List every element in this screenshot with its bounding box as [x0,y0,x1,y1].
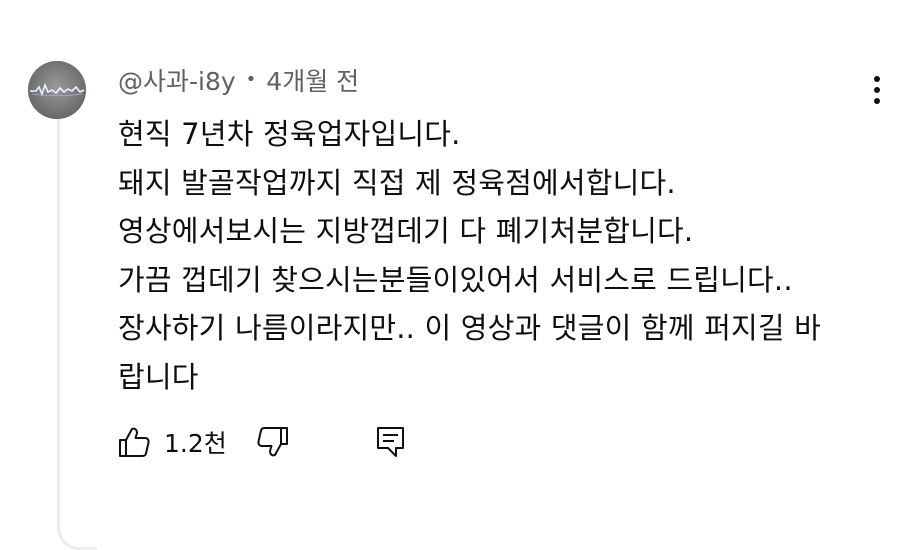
avatar-image-icon [28,61,86,119]
comment-actions: 1.2천 [116,420,409,464]
comment-text: 현직 7년차 정육업자입니다. 돼지 발골작업까지 직접 제 정육점에서합니다.… [118,110,878,401]
comment-timestamp[interactable]: 4개월 전 [266,62,359,98]
comment-line: 영상에서보시는 지방껍데기 다 폐기처분합니다. [118,214,694,248]
like-button[interactable] [116,422,152,462]
thread-connector [57,490,97,550]
comment-line: 돼지 발골작업까지 직접 제 정육점에서합니다. [118,165,676,200]
author-name[interactable]: @사과-i8y [118,62,236,98]
comment-header: @사과-i8y • 4개월 전 [118,62,359,98]
avatar[interactable] [28,61,86,119]
comment-line: 가끔 껍데기 찾으시는분들이있어서 서비스로 드립니다.. [118,262,793,297]
reply-comment-icon [376,427,404,457]
like-count: 1.2천 [164,429,227,458]
comment-line: 랍니다 [118,359,199,394]
thread-line [57,118,60,518]
thumbs-up-icon [119,427,150,457]
thumbs-down-icon [257,427,288,457]
dislike-button[interactable] [255,422,291,462]
more-vertical-icon [874,76,880,104]
more-options-button[interactable] [862,72,892,108]
comment-line: 현직 7년차 정육업자입니다. [118,117,461,151]
reply-button[interactable] [373,422,409,462]
separator-dot: • [245,68,257,90]
comment-line: 장사하기 나름이라지만.. 이 영상과 댓글이 함께 퍼지길 바 [118,311,822,345]
